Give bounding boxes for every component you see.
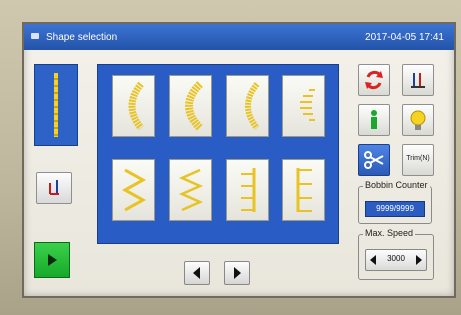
shape-tile-comb-2[interactable] (282, 159, 325, 221)
origin-return-button[interactable] (36, 172, 72, 204)
shape-grid (97, 64, 339, 244)
app-icon (31, 33, 39, 39)
light-button[interactable] (402, 104, 434, 136)
scissors-icon (364, 151, 384, 169)
thread-trim-button[interactable] (358, 144, 390, 176)
light-bulb-icon (410, 110, 426, 130)
speed-decrease-button[interactable] (366, 250, 378, 270)
start-button[interactable] (34, 242, 70, 278)
bobbin-counter-label: Bobbin Counter (363, 180, 430, 190)
thread-adjust-icon (411, 73, 425, 88)
max-speed-control: 3000 (365, 249, 427, 271)
page-title: Shape selection (46, 32, 118, 43)
zigzag-stitch-icon (178, 168, 204, 212)
previous-page-button[interactable] (184, 261, 210, 285)
stitch-line-preview (54, 73, 58, 137)
shape-tile-comb-1[interactable] (226, 159, 269, 221)
max-speed-value: 3000 (387, 254, 405, 263)
comb-stitch-icon (241, 168, 256, 212)
thread-tension-button[interactable] (402, 64, 434, 96)
shape-tile-zigzag-1[interactable] (112, 159, 155, 221)
shape-tile-arc-2[interactable] (169, 75, 212, 137)
trim-mode-label: Trim(N) (406, 155, 430, 162)
zigzag-stitch-icon (121, 168, 147, 212)
info-button[interactable] (358, 104, 390, 136)
speed-increase-button[interactable] (414, 250, 426, 270)
max-speed-label: Max. Speed (363, 228, 416, 238)
shape-tile-zigzag-2[interactable] (169, 159, 212, 221)
stitch-preview (34, 64, 78, 146)
refresh-icon (365, 70, 383, 90)
return-origin-icon (49, 180, 59, 195)
arc-stitch-icon (185, 81, 203, 131)
next-page-button[interactable] (224, 261, 250, 285)
bobbin-counter-group: Bobbin Counter 9999/9999 (358, 180, 432, 224)
bobbin-counter-field[interactable]: 9999/9999 (365, 201, 425, 217)
shape-tile-arc-3[interactable] (226, 75, 269, 137)
half-arc-stitch-icon (300, 89, 315, 121)
cycle-button[interactable] (358, 64, 390, 96)
arc-stitch-icon (245, 82, 260, 130)
trim-mode-button[interactable]: Trim(N) (402, 144, 434, 176)
comb-stitch-icon (296, 168, 312, 212)
shape-tile-arc-1[interactable] (112, 75, 155, 137)
date-time: 2017-04-05 17:41 (365, 32, 444, 43)
touch-screen: Shape selection 2017-04-05 17:41 Trim(N)… (22, 22, 456, 298)
shape-tile-arc-4[interactable] (282, 75, 325, 137)
max-speed-group: Max. Speed 3000 (358, 228, 434, 280)
arc-stitch-icon (128, 81, 144, 131)
title-bar: Shape selection 2017-04-05 17:41 (24, 24, 454, 50)
info-icon (371, 110, 377, 129)
